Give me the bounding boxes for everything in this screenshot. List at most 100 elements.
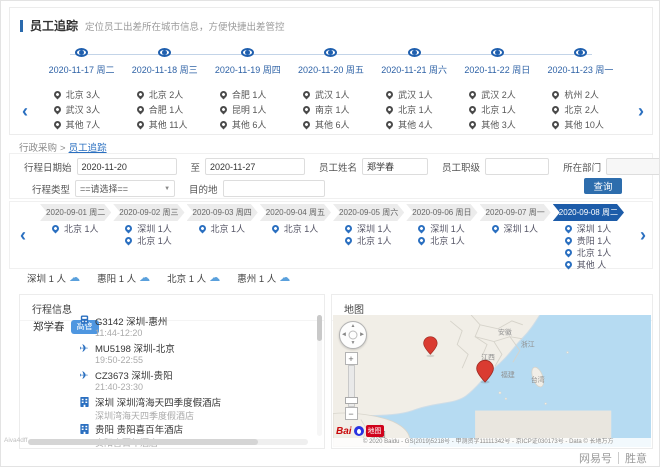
- location-row: 北京 1人: [123, 234, 172, 246]
- timeline-node-icon[interactable]: [75, 48, 89, 57]
- location-row: 北京 2人: [135, 87, 184, 102]
- zoom-out-button[interactable]: −: [344, 407, 358, 420]
- baidu-paw-icon: [353, 426, 364, 436]
- map-panel: 地图 安徽 浙江 江西 福建 台湾 ▲ ▼ ◀ ▶ + − Bai 地图 © 2…: [331, 294, 653, 449]
- map-pin-icon: [52, 119, 63, 130]
- map-pin-icon: [197, 223, 207, 233]
- department-input[interactable]: [606, 158, 659, 175]
- location-row: 北京 2人: [550, 102, 599, 117]
- map-pin-icon: [563, 223, 574, 233]
- cloud-icon: ☁: [209, 271, 221, 284]
- map-pin-icon: [52, 104, 63, 115]
- trip-text: 深圳 深圳湾海天四季度假酒店: [95, 398, 222, 409]
- day-location-column: 北京 1人: [187, 222, 260, 266]
- city-tag[interactable]: 深圳 1 人 ☁: [27, 271, 80, 285]
- day-location-list: 合肥 1人 昆明 1人 其他 6人: [218, 87, 276, 132]
- week-next-icon[interactable]: ›: [638, 102, 644, 120]
- timeline-node-icon[interactable]: [324, 48, 338, 57]
- panel-header: 员工追踪 定位员工出差所在城市信息，方便快捷出差管控: [10, 8, 652, 34]
- baidu-logo[interactable]: Bai 地图: [336, 425, 384, 437]
- zoom-in-button[interactable]: +: [344, 352, 358, 365]
- timeline-date-label[interactable]: 2020-11-18 周三: [132, 63, 198, 76]
- zoom-slider-thumb[interactable]: [344, 397, 358, 404]
- pan-down-icon[interactable]: ▼: [351, 341, 356, 346]
- week-timeline-days: 2020-11-17 周二 北京 3人 武汉 3人 其他 7人 2020-11-18 周…: [40, 46, 622, 132]
- timeline-date-label[interactable]: 2020-11-22 周日: [464, 63, 530, 76]
- city-tag[interactable]: 北京 1 人 ☁: [167, 271, 220, 285]
- days-prev-icon[interactable]: ‹: [20, 226, 26, 244]
- destination-input[interactable]: [222, 180, 325, 197]
- trip-text: G3142 深圳-惠州: [95, 317, 168, 328]
- trip-type-select[interactable]: ==请选择== ▼: [75, 180, 176, 197]
- pan-left-icon[interactable]: ◀: [342, 332, 346, 338]
- timeline-week-day: 2020-11-17 周二北京 3人 武汉 3人 其他 7人: [40, 46, 123, 132]
- baidu-map[interactable]: 安徽浙江江西福建台湾泰国 ▲ ▼ ◀ ▶ + − Bai 地图: [333, 315, 651, 447]
- search-button[interactable]: 查询: [584, 178, 622, 194]
- pan-right-icon[interactable]: ▶: [360, 332, 364, 338]
- cloud-icon: ☁: [139, 271, 151, 284]
- timeline-date-label[interactable]: 2020-11-23 周一: [547, 63, 613, 76]
- map-pan-control[interactable]: ▲ ▼ ◀ ▶: [339, 321, 367, 349]
- location-text: 其他 11人: [148, 120, 188, 130]
- trip-line1: ✈ CZ3673 深圳-贵阳: [78, 369, 221, 383]
- pan-up-icon[interactable]: ▲: [351, 324, 356, 329]
- days-next-icon[interactable]: ›: [640, 226, 646, 244]
- location-row: 深圳 1人: [490, 222, 538, 234]
- trip-text: MU5198 深圳-北京: [95, 344, 175, 355]
- day-location-list: 武汉 1人 北京 1人 其他 4人: [384, 87, 442, 132]
- horizontal-scrollbar-thumb[interactable]: [28, 439, 258, 445]
- map-pin-icon: [301, 119, 312, 130]
- date-to-input[interactable]: [205, 158, 306, 175]
- day-tab-selected[interactable]: 2020-09-08 周二: [553, 204, 624, 221]
- timeline-date-label[interactable]: 2020-11-19 周四: [215, 63, 281, 76]
- timeline-week-day: 2020-11-18 周三 北京 2人 合肥 1人 其他 11人: [123, 46, 206, 132]
- day-location-list: 武汉 2人 北京 1人 其他 3人: [467, 87, 525, 132]
- map-pin-icon: [135, 89, 146, 100]
- day-tab[interactable]: 2020-09-05 周六: [333, 204, 404, 221]
- vertical-scrollbar-thumb[interactable]: [317, 315, 322, 341]
- trip-text: 贵阳 贵阳喜百年酒店: [95, 425, 184, 436]
- map-region-label: 安徽: [498, 328, 512, 337]
- zoom-slider[interactable]: [344, 365, 358, 407]
- location-row: 北京 3人: [52, 87, 100, 102]
- map-zoom-control: + −: [344, 352, 358, 420]
- timeline-node-icon[interactable]: [490, 48, 504, 57]
- trip-date-label: 行程日期始: [24, 162, 72, 174]
- day-tab[interactable]: 2020-09-03 周四: [187, 204, 258, 221]
- location-row: 其他 11人: [135, 117, 188, 132]
- employee-name-input[interactable]: [362, 158, 429, 175]
- trip-line1: G3142 深圳-惠州: [78, 315, 221, 328]
- vertical-scrollbar[interactable]: [317, 315, 322, 436]
- employee-rank-input[interactable]: [485, 158, 550, 175]
- location-text: 其他 4人: [398, 120, 433, 130]
- city-tag[interactable]: 惠州 1 人 ☁: [237, 271, 290, 285]
- day-timeline-panel: ‹ › 2020-09-01 周二 2020-09-02 周三 2020-09-03…: [9, 201, 653, 270]
- day-tab[interactable]: 2020-09-07 周一: [480, 204, 551, 221]
- week-prev-icon[interactable]: ‹: [22, 102, 28, 120]
- timeline-node-icon[interactable]: [573, 48, 587, 57]
- timeline-week-day: 2020-11-23 周一 杭州 2人北京 2人 其他 10人: [539, 46, 622, 132]
- location-text: 杭州 2人: [564, 90, 599, 100]
- timeline-date-label[interactable]: 2020-11-20 周五: [298, 63, 364, 76]
- location-text: 北京 2人: [148, 90, 184, 100]
- timeline-date-label[interactable]: 2020-11-17 周二: [49, 63, 115, 76]
- timeline-node-icon[interactable]: [241, 48, 255, 57]
- map-pin-icon: [218, 119, 229, 130]
- date-from-input[interactable]: [76, 158, 177, 175]
- timeline-date-label[interactable]: 2020-11-21 周六: [381, 63, 447, 76]
- breadcrumb: 行政采购 > 员工追踪: [19, 140, 107, 154]
- map-pin-icon: [416, 235, 427, 245]
- location-text: 北京 1人: [398, 105, 433, 115]
- city-tag[interactable]: 惠阳 1 人 ☁: [97, 271, 150, 285]
- day-location-list: 北京 3人 武汉 3人 其他 7人: [52, 87, 110, 132]
- location-row: 其他 6人: [301, 117, 350, 132]
- timeline-node-icon[interactable]: [407, 48, 421, 57]
- day-tab[interactable]: 2020-09-04 周五: [260, 204, 331, 221]
- day-tab[interactable]: 2020-09-01 周二: [40, 204, 111, 221]
- timeline-node-icon[interactable]: [158, 48, 172, 57]
- day-tab[interactable]: 2020-09-02 周三: [113, 204, 184, 221]
- location-row: 贵阳 1人: [563, 234, 611, 246]
- day-tab[interactable]: 2020-09-06 周日: [406, 204, 477, 221]
- location-row: 其他 10人: [550, 117, 604, 132]
- horizontal-scrollbar[interactable]: [28, 439, 308, 445]
